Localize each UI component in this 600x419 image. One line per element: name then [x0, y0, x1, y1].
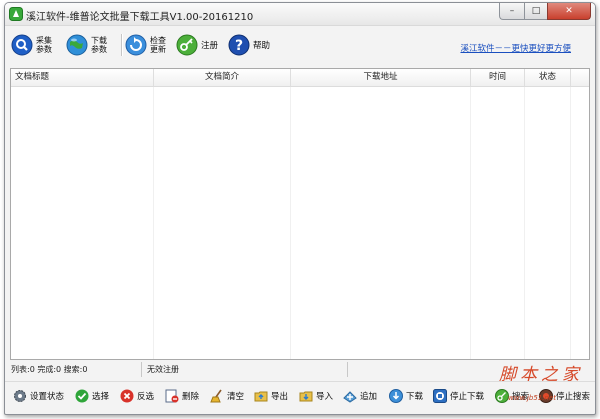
column-header-status[interactable]: 状态: [525, 69, 571, 86]
column-divider: [570, 87, 571, 359]
import-label: 导入: [316, 392, 334, 402]
set-status-label: 设置状态: [30, 392, 65, 402]
refresh-icon: [125, 34, 147, 56]
column-divider: [470, 87, 471, 359]
export-label: 导出: [271, 392, 289, 402]
maximize-button[interactable]: □: [524, 3, 547, 20]
delete-button[interactable]: 删除: [165, 388, 199, 404]
key-icon: [176, 34, 198, 56]
column-divider: [153, 87, 154, 359]
bottom-toolbar: 设置状态 选择 反选 删除 清空 导出 导入 追加 下载 停止下载 搜索 停止搜…: [5, 381, 595, 410]
globe-icon: [66, 34, 88, 56]
help-label: 帮助: [253, 41, 271, 51]
check-update-button[interactable]: 检查更新: [125, 32, 168, 58]
search-key-icon: [495, 389, 509, 403]
invert-select-label: 反选: [137, 392, 155, 402]
collect-params-label: 采集参数: [36, 36, 52, 54]
append-label: 追加: [360, 392, 378, 402]
stop-download-button[interactable]: 停止下载: [433, 388, 484, 404]
register-label: 注册: [201, 41, 219, 51]
import-button[interactable]: 导入: [299, 388, 333, 404]
collect-params-button[interactable]: 采集参数: [11, 32, 54, 58]
stop-download-icon: [433, 389, 447, 403]
export-folder-icon: [254, 391, 268, 402]
stop-download-label: 停止下载: [450, 392, 485, 402]
invert-select-button[interactable]: 反选: [120, 388, 154, 404]
window-title: 溪江软件-维普论文批量下载工具V1.00-20161210: [26, 12, 254, 23]
window-controls: – □ ✕: [499, 3, 591, 20]
watermark-url: www.jb51.net: [508, 394, 556, 402]
help-button[interactable]: ? 帮助: [228, 32, 270, 58]
set-status-button[interactable]: 设置状态: [13, 388, 64, 404]
select-label: 选择: [92, 392, 110, 402]
register-button[interactable]: 注册: [176, 32, 218, 58]
column-header-download-url[interactable]: 下载地址: [291, 69, 471, 86]
download-icon: [389, 389, 403, 403]
download-params-label: 下载参数: [91, 36, 107, 54]
column-header-summary[interactable]: 文档简介: [154, 69, 291, 86]
broom-icon: [210, 389, 222, 403]
search-icon: [11, 34, 33, 56]
svg-text:?: ?: [235, 38, 243, 54]
download-button[interactable]: 下载: [389, 388, 423, 404]
minimize-button[interactable]: –: [499, 3, 524, 20]
x-icon: [120, 389, 134, 403]
select-button[interactable]: 选择: [75, 388, 109, 404]
stop-search-label: 停止搜索: [556, 392, 591, 402]
download-params-button[interactable]: 下载参数: [66, 32, 109, 58]
promo-link[interactable]: 溪江软件－－更快更好更方便: [460, 42, 571, 54]
column-header-time[interactable]: 时间: [471, 69, 525, 86]
close-button[interactable]: ✕: [547, 3, 591, 20]
help-icon: ?: [228, 34, 250, 56]
download-label: 下载: [406, 392, 424, 402]
delete-label: 删除: [182, 392, 200, 402]
append-button[interactable]: 追加: [343, 388, 377, 404]
clear-button[interactable]: 清空: [210, 388, 244, 404]
status-counts: 列表:0 完成:0 搜索:0: [11, 362, 142, 377]
gear-icon: [14, 390, 26, 402]
delete-icon: [165, 389, 179, 403]
column-divider: [290, 87, 291, 359]
title-bar[interactable]: 溪江软件-维普论文批量下载工具V1.00-20161210 – □ ✕: [5, 3, 595, 26]
main-window: 溪江软件-维普论文批量下载工具V1.00-20161210 – □ ✕ 采集参数…: [4, 2, 596, 415]
app-icon: [9, 7, 23, 21]
column-divider: [524, 87, 525, 359]
toolbar-separator: [121, 34, 123, 56]
column-header-title[interactable]: 文档标题: [11, 69, 154, 86]
results-table[interactable]: 文档标题 文档简介 下载地址 时间 状态: [10, 68, 590, 360]
import-folder-icon: [299, 391, 313, 402]
toolbar: 采集参数 下载参数 检查更新 注册 ? 帮助 溪江软件－－更快更好更方便: [5, 26, 595, 64]
status-registration: 无效注册: [147, 362, 348, 377]
check-icon: [75, 389, 89, 403]
table-header: 文档标题 文档简介 下载地址 时间 状态: [11, 69, 589, 87]
add-icon: [343, 391, 357, 403]
clear-label: 清空: [227, 392, 245, 402]
export-button[interactable]: 导出: [254, 388, 288, 404]
check-update-label: 检查更新: [150, 36, 166, 54]
